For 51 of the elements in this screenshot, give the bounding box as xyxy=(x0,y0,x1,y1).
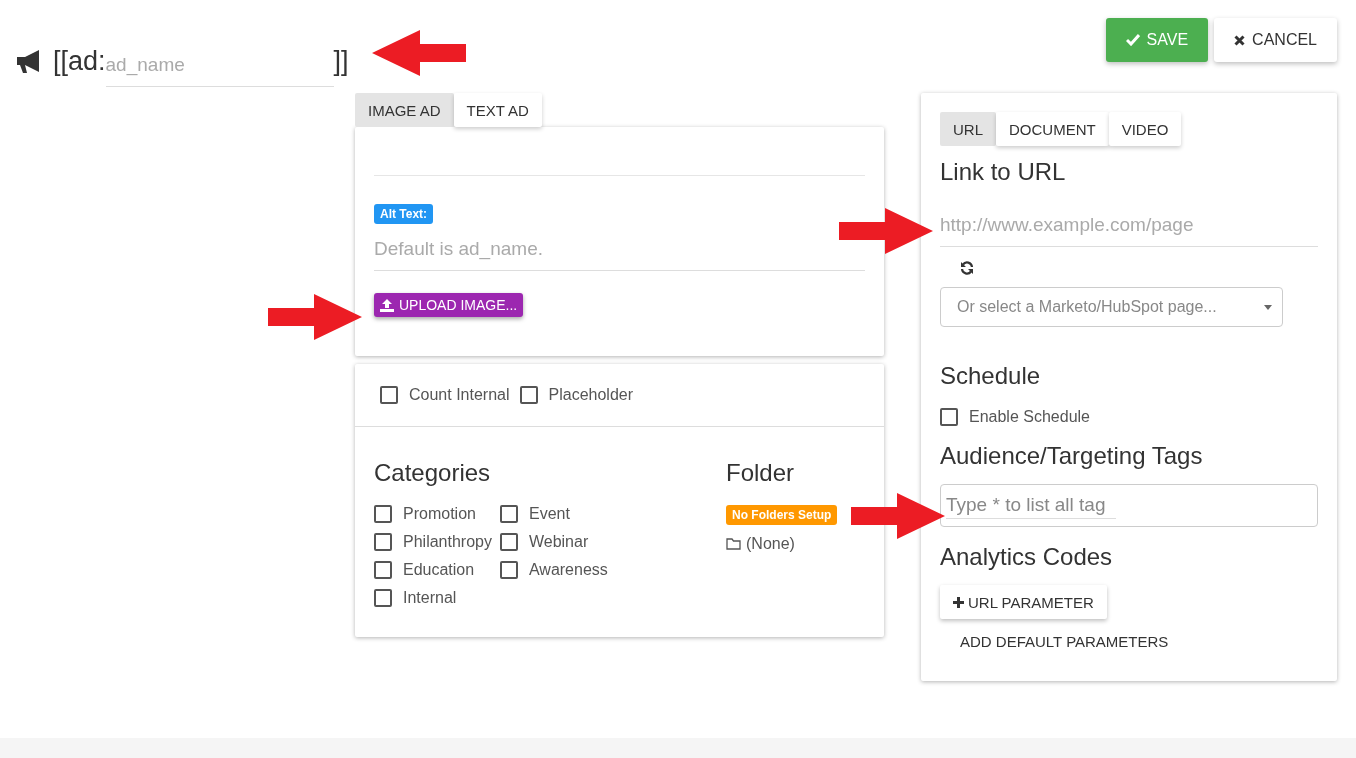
no-folders-badge: No Folders Setup xyxy=(726,505,838,525)
checkbox-label[interactable]: Internal xyxy=(374,589,492,607)
checkbox[interactable] xyxy=(499,533,518,551)
upload-image-button[interactable]: UPLOAD IMAGE... xyxy=(374,293,524,317)
ad-type-tab[interactable]: IMAGE AD xyxy=(355,93,454,127)
check-icon xyxy=(1125,34,1140,46)
ad-suffix: ]] xyxy=(333,46,349,77)
tags-field[interactable]: Type * to list all tag xyxy=(940,484,1318,527)
caret-icon xyxy=(1264,304,1272,310)
checkbox-label[interactable]: Placeholder xyxy=(519,386,633,404)
page-select[interactable]: Or select a Marketo/HubSpot page... xyxy=(940,287,1283,327)
checkbox[interactable] xyxy=(374,589,392,607)
folder-value: (None) xyxy=(746,535,795,553)
checkbox-label[interactable]: Education xyxy=(374,561,492,579)
checkbox-label[interactable]: Webinar xyxy=(499,533,608,551)
checkbox-label[interactable]: Philanthropy xyxy=(374,533,492,551)
checkbox[interactable] xyxy=(374,561,392,579)
alt-text-badge: Alt Text: xyxy=(374,204,434,224)
categories-heading: Categories xyxy=(374,459,492,487)
checkbox-label[interactable]: Event xyxy=(499,505,608,523)
alt-text-field[interactable]: Default is ad_name. xyxy=(374,224,865,271)
plus-icon xyxy=(953,596,964,608)
checkbox[interactable] xyxy=(499,505,518,523)
checkbox[interactable] xyxy=(519,386,538,404)
link-type-tab[interactable]: VIDEO xyxy=(1108,112,1182,146)
checkbox-label[interactable]: Awareness xyxy=(499,561,608,579)
checkbox[interactable] xyxy=(940,408,958,426)
checkbox[interactable] xyxy=(380,386,398,404)
folder-icon xyxy=(726,538,741,550)
schedule-heading: Schedule xyxy=(940,362,1042,390)
link-heading: Link to URL xyxy=(940,158,1067,186)
checkbox-label[interactable]: Count Internal xyxy=(380,386,510,404)
url-parameter-button[interactable]: URL PARAMETER xyxy=(940,585,1107,619)
link-type-tab[interactable]: DOCUMENT xyxy=(996,112,1109,146)
tags-heading: Audience/Targeting Tags xyxy=(940,442,1204,470)
url-field[interactable]: http://www.example.com/page xyxy=(940,194,1318,247)
checkbox[interactable] xyxy=(374,505,392,523)
checkbox-label[interactable]: Enable Schedule xyxy=(940,408,1318,426)
ad-type-tab[interactable]: TEXT AD xyxy=(453,93,542,127)
link-type-tab[interactable]: URL xyxy=(940,112,996,146)
close-icon xyxy=(1234,34,1246,46)
folder-heading: Folder xyxy=(726,459,795,487)
upload-icon xyxy=(380,298,394,312)
checkbox[interactable] xyxy=(499,561,518,579)
ad-prefix: [[ad: xyxy=(53,46,106,77)
analytics-heading: Analytics Codes xyxy=(940,543,1114,571)
cancel-button[interactable]: CANCEL xyxy=(1214,18,1337,62)
refresh-icon xyxy=(960,261,974,275)
checkbox-label[interactable]: Promotion xyxy=(374,505,492,523)
add-default-parameters-button[interactable]: ADD DEFAULT PARAMETERS xyxy=(960,633,1169,650)
checkbox[interactable] xyxy=(374,533,392,551)
